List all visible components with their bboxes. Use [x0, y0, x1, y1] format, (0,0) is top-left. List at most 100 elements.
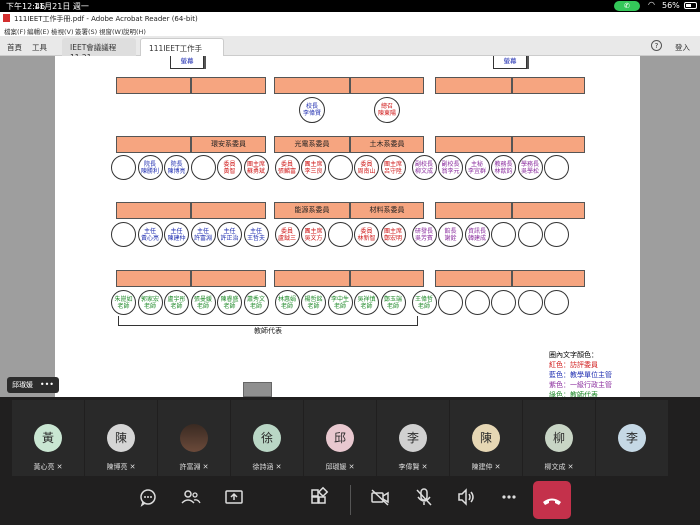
row3-seat-13: 館長 謝銓	[438, 222, 463, 247]
row2-seat-9	[327, 155, 353, 180]
menu-edit[interactable]: 編輯(E)	[27, 26, 49, 36]
row4-seat-7: 林惠娟 老師	[274, 290, 300, 315]
participant-avatar	[180, 424, 208, 452]
window-title: 111IEET工作手冊.pdf - Adobe Acrobat Reader (…	[14, 15, 198, 23]
row2-seat-12: 副校長 柳文成	[411, 155, 437, 180]
desk-dept-materials: 材料系委員	[350, 202, 424, 219]
desk-dept-env: 環安系委員	[191, 136, 266, 153]
desk	[512, 270, 585, 287]
participant-avatar: 陳	[472, 424, 500, 452]
menu-view[interactable]: 檢視(V)	[51, 26, 74, 36]
menu-bar: 檔案(F) 編輯(E) 檢視(V) 簽署(S) 視窗(W) 說明(H)	[0, 24, 700, 36]
apps-icon[interactable]	[305, 483, 333, 511]
more-icon[interactable]: •••	[40, 377, 54, 393]
desk-row-2: 環安系委員 光電系委員 土木系委員	[116, 136, 585, 153]
participant-avatar: 李	[399, 424, 427, 452]
row2-seat-4	[190, 155, 216, 180]
desk-dept-energy: 能源系委員	[274, 202, 350, 219]
participant-name: 邱琡媛 ✕	[325, 463, 355, 471]
row3-seat-16	[517, 222, 543, 247]
desk	[350, 77, 424, 94]
battery-icon	[684, 2, 697, 9]
desk-row-4	[116, 270, 585, 287]
participant-name: 陳建仲 ✕	[471, 463, 501, 471]
row4-seat-16	[517, 290, 543, 315]
battery-percent: 56%	[662, 1, 680, 10]
desk	[512, 202, 585, 219]
color-legend: 圈內文字顏色： 紅色：訪評委員 藍色：教學單位主管 紫色：一級行政主管 綠色：教…	[549, 350, 612, 400]
help-icon[interactable]: ?	[651, 40, 662, 51]
chat-icon[interactable]	[134, 483, 162, 511]
row2-seat-10: 委員 周南山	[354, 155, 379, 180]
hangup-icon	[543, 498, 561, 505]
tab-tools[interactable]: 工具	[32, 42, 47, 53]
participant-avatar: 李	[618, 424, 646, 452]
participant-name: 李偉賢 ✕	[398, 463, 428, 471]
date: 11月21日 週一	[34, 2, 89, 11]
desk	[350, 270, 424, 287]
legend-item-red: 紅色：訪評委員	[549, 361, 598, 369]
desk-row-1	[116, 77, 585, 94]
phone-icon[interactable]: ✆	[614, 1, 640, 11]
desk	[191, 270, 266, 287]
participant-avatar: 柳	[545, 424, 573, 452]
wifi-icon: ◠	[648, 0, 655, 9]
row2-seat-8: 團主席 李三良	[301, 155, 326, 180]
tab-document-handbook[interactable]: 111IEET工作手冊.pdf	[140, 38, 224, 64]
people-icon[interactable]	[177, 483, 205, 511]
desk	[512, 77, 585, 94]
more-icon[interactable]	[495, 483, 523, 511]
row2-seat-17	[544, 155, 569, 180]
row4-seat-5: 陳睿盛 老師	[217, 290, 242, 315]
row4-seat-14	[464, 290, 490, 315]
row4-seat-6: 蕭秀文 老師	[243, 290, 269, 315]
legend-title: 圈內文字顏色：	[549, 351, 598, 359]
row2-seat-15: 教務長 林歆鈞	[491, 155, 516, 180]
share-icon[interactable]	[220, 483, 248, 511]
page-thumbnail[interactable]	[243, 382, 272, 397]
seat-row-4: 朱崑如 老師 郭家宏 老師 盧宇彤 老師 張曼媛 老師 陳睿盛 老師 蕭秀文 老師 林惠娟 老師 楊哲銘 老師…	[111, 290, 571, 318]
row4-seat-10: 吳祥慎 老師	[354, 290, 379, 315]
mic-off-icon[interactable]	[410, 483, 438, 511]
current-user-badge[interactable]: 邱琡媛 •••	[7, 377, 59, 393]
row4-seat-11: 鄭玉端 老師	[380, 290, 406, 315]
row4-seat-17	[544, 290, 569, 315]
desk-row-3: 能源系委員 材料系委員	[116, 202, 585, 219]
desk	[435, 202, 512, 219]
menu-file[interactable]: 檔案(F)	[4, 26, 26, 36]
status-bar: 下午12:46 11月21日 週一 ✆ ◠ 56%	[0, 0, 700, 12]
battery-level	[686, 4, 691, 7]
desk-dept-civil: 土木系委員	[350, 136, 424, 153]
tab-home[interactable]: 首頁	[7, 42, 22, 53]
row3-seat-7: 委員 盧鉞三	[274, 222, 300, 247]
camera-off-icon[interactable]	[366, 483, 394, 511]
left-margin	[0, 56, 55, 397]
tab-document-agenda[interactable]: IEET會議議程11.21...	[62, 38, 136, 62]
legend-item-purple: 紫色：一級行政主管	[549, 381, 612, 389]
menu-sign[interactable]: 簽署(S)	[75, 26, 97, 36]
login-link[interactable]: 登入	[675, 42, 690, 53]
seat-principal: 校長 李偉賢	[299, 97, 325, 123]
right-margin	[640, 56, 700, 397]
desk	[116, 136, 191, 153]
hangup-button[interactable]	[533, 481, 571, 519]
seat-row-2: 院長 陳勝利 院長 陳博亮 委員 黃智 團主席 蘇勇斌 委員 張麟富 團主席 李三良 委員 周南山 團主席呂…	[111, 155, 571, 183]
seat-row-3: 主任 黃心亮 主任 陳建仲 主任 許富淵 主任 許正治 主任 王哲夫 委員 盧鉞三 團主席 吳文方 委員 林新…	[111, 222, 571, 250]
row2-seat-11: 團主席 呂守陞	[380, 155, 406, 180]
row4-seat-3: 盧宇彤 老師	[164, 290, 189, 315]
row4-seat-2: 郭家宏 老師	[137, 290, 163, 315]
row3-seat-10: 委員 林新智	[354, 222, 379, 247]
desk-dept-optics: 光電系委員	[274, 136, 350, 153]
menu-window[interactable]: 視窗(W)	[99, 26, 124, 36]
row3-seat-3: 主任 陳建仲	[164, 222, 189, 247]
participant-avatar: 黃	[34, 424, 62, 452]
menu-help[interactable]: 說明(H)	[123, 26, 146, 36]
speaker-icon[interactable]	[452, 483, 480, 511]
row3-seat-14: 資訊長 韓建成	[464, 222, 490, 247]
row3-seat-8: 團主席 吳文方	[301, 222, 326, 247]
row3-seat-17	[544, 222, 569, 247]
head-circle-row: 校長 李偉賢	[299, 97, 327, 125]
window-titlebar: 111IEET工作手冊.pdf - Adobe Acrobat Reader (…	[0, 12, 700, 24]
desk	[191, 202, 266, 219]
participant-name: 陳博亮 ✕	[106, 463, 136, 471]
